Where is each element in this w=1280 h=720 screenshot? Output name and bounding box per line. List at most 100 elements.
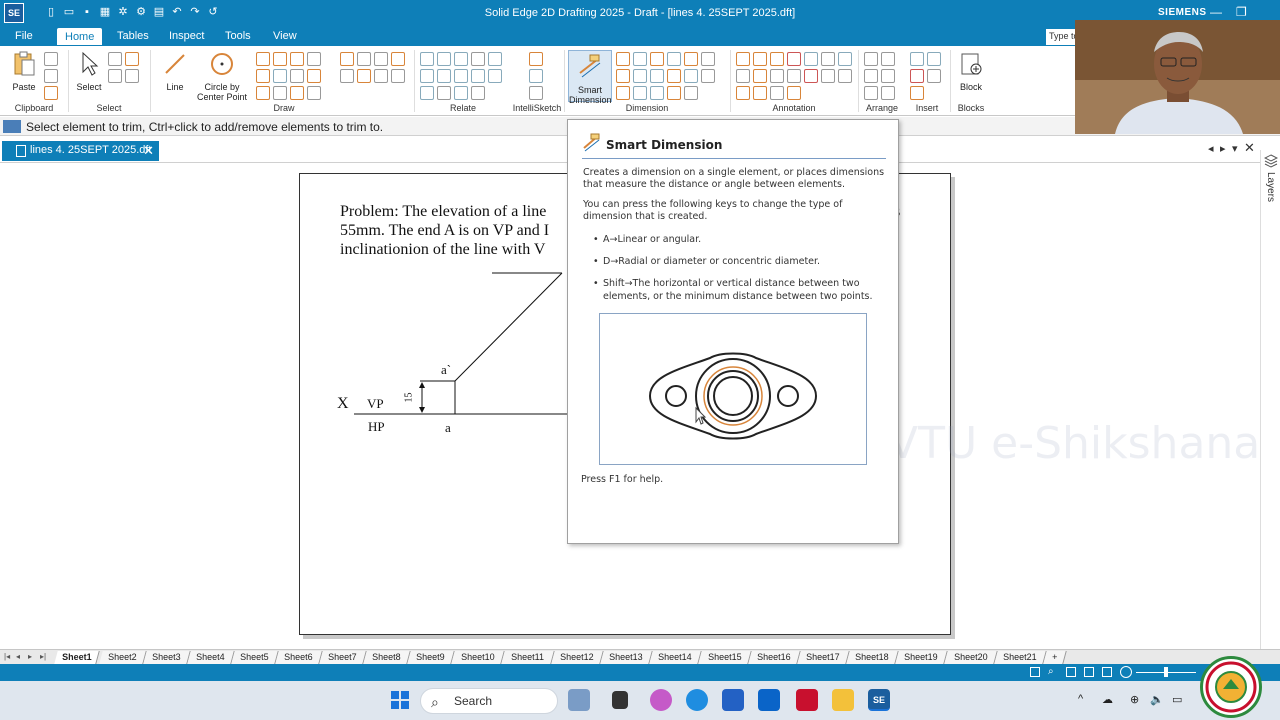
relate-more-icon[interactable]: [488, 52, 502, 66]
dim-copy-icon[interactable]: [701, 69, 715, 83]
arc-length-icon[interactable]: [650, 86, 664, 100]
save-icon[interactable]: ▪: [80, 5, 94, 19]
tab-left-icon[interactable]: ◂: [1208, 142, 1214, 155]
sheet-tab[interactable]: Sheet16: [748, 651, 801, 664]
sheet-tab[interactable]: Sheet18: [846, 651, 899, 664]
symmetric-dim-icon[interactable]: [667, 52, 681, 66]
send-back-icon[interactable]: [881, 52, 895, 66]
copilot-icon[interactable]: [650, 689, 672, 711]
settings-icon[interactable]: ✲: [116, 5, 130, 19]
pan-icon[interactable]: [1066, 667, 1076, 677]
globe-icon[interactable]: [927, 52, 941, 66]
sheet-tab[interactable]: Sheet4: [187, 651, 235, 664]
group-icon[interactable]: [864, 86, 878, 100]
close-document-icon[interactable]: ✕: [1244, 140, 1255, 156]
window-icon[interactable]: ▤: [152, 5, 166, 19]
volume-icon[interactable]: 🔈: [1150, 693, 1164, 706]
bolt-icon[interactable]: [787, 86, 801, 100]
app-logo[interactable]: SE: [4, 3, 24, 23]
select-option-icon[interactable]: [108, 69, 122, 83]
scale-icon[interactable]: [374, 52, 388, 66]
centerline-icon[interactable]: [821, 69, 835, 83]
chain-icon[interactable]: [650, 69, 664, 83]
undo-icon[interactable]: ↶: [170, 5, 184, 19]
callout-icon[interactable]: [736, 52, 750, 66]
note-icon[interactable]: [804, 52, 818, 66]
select-button[interactable]: Select: [74, 50, 104, 92]
tab-inspect[interactable]: Inspect: [169, 30, 204, 42]
block-button[interactable]: Block: [956, 50, 986, 92]
coordinate-icon[interactable]: [633, 52, 647, 66]
snap-icon[interactable]: [529, 69, 543, 83]
sheet-tab[interactable]: Sheet12: [551, 651, 604, 664]
fit-icon[interactable]: [1030, 667, 1040, 677]
weld-icon[interactable]: [821, 52, 835, 66]
tab-file[interactable]: File: [15, 30, 33, 42]
radius-icon[interactable]: [616, 86, 630, 100]
tangent-icon[interactable]: [454, 69, 468, 83]
windows-start-icon[interactable]: [389, 689, 411, 711]
object-icon[interactable]: [910, 69, 924, 83]
tab-tools[interactable]: Tools: [225, 30, 251, 42]
dim-align-icon[interactable]: [667, 86, 681, 100]
battery-icon[interactable]: ▭: [1172, 693, 1182, 706]
next-sheet-icon[interactable]: ▸: [28, 652, 32, 661]
surface-icon[interactable]: [787, 52, 801, 66]
document-tab[interactable]: lines 4. 25SEPT 2025.dft ✕: [2, 141, 159, 161]
feature-icon[interactable]: [736, 69, 750, 83]
chevron-up-icon[interactable]: ^: [1078, 693, 1083, 705]
bring-front-icon[interactable]: [864, 52, 878, 66]
widgets-icon[interactable]: [568, 689, 590, 711]
sheet-tab[interactable]: Sheet17: [797, 651, 850, 664]
curve-icon[interactable]: [256, 69, 270, 83]
fillet-icon[interactable]: [307, 52, 321, 66]
balloon-icon[interactable]: [770, 52, 784, 66]
language-icon[interactable]: ⊕: [1130, 693, 1139, 706]
connect-icon[interactable]: [420, 52, 434, 66]
sheet-tab[interactable]: Sheet15: [698, 651, 752, 664]
target-icon[interactable]: [770, 69, 784, 83]
layers-panel[interactable]: Layers: [1260, 150, 1280, 650]
sheet-tab[interactable]: Sheet20: [944, 651, 998, 664]
fill-icon[interactable]: [307, 69, 321, 83]
offset-icon[interactable]: [290, 52, 304, 66]
history-icon[interactable]: ↺: [206, 5, 220, 19]
outlook-icon[interactable]: [758, 689, 780, 711]
dim-axis-icon[interactable]: [633, 86, 647, 100]
dim-attach-icon[interactable]: [684, 86, 698, 100]
perpendicular-icon[interactable]: [437, 69, 451, 83]
mirror-icon[interactable]: [290, 86, 304, 100]
view-icon[interactable]: [1102, 667, 1112, 677]
maintain-icon[interactable]: [471, 86, 485, 100]
arc-icon[interactable]: [273, 52, 287, 66]
add-sheet-icon[interactable]: +: [1043, 651, 1067, 664]
region-icon[interactable]: [307, 86, 321, 100]
point-icon[interactable]: [391, 69, 405, 83]
sheet-tab[interactable]: Sheet10: [451, 651, 505, 664]
tab-home[interactable]: Home: [57, 28, 103, 45]
select-more-icon[interactable]: [125, 69, 139, 83]
sheet-tab[interactable]: Sheet9: [407, 651, 455, 664]
datum-icon[interactable]: [753, 69, 767, 83]
baseline-icon[interactable]: [684, 69, 698, 83]
collinear-icon[interactable]: [420, 86, 434, 100]
rigid-icon[interactable]: [437, 86, 451, 100]
dimension-value[interactable]: 15: [404, 393, 415, 403]
zoom-out-icon[interactable]: [1120, 666, 1132, 678]
sheet-tab[interactable]: Sheet3: [143, 651, 191, 664]
open-icon[interactable]: ▭: [62, 5, 76, 19]
zoom-icon[interactable]: ⌕: [1048, 666, 1054, 677]
first-sheet-icon[interactable]: |◂: [4, 652, 10, 661]
xy-icon[interactable]: [374, 69, 388, 83]
paste-button[interactable]: Paste: [8, 50, 40, 92]
intellisketch-icon[interactable]: [529, 52, 543, 66]
center-mark-icon[interactable]: [838, 69, 852, 83]
tab-view[interactable]: View: [273, 30, 297, 42]
dim-style-icon[interactable]: [701, 52, 715, 66]
sheet-tab[interactable]: Sheet8: [363, 651, 411, 664]
concentric-icon[interactable]: [454, 52, 468, 66]
sheet-tab[interactable]: Sheet13: [600, 651, 653, 664]
select-box-icon[interactable]: [125, 52, 139, 66]
copy-icon[interactable]: [44, 69, 58, 83]
gear-icon[interactable]: ⚙: [134, 5, 148, 19]
